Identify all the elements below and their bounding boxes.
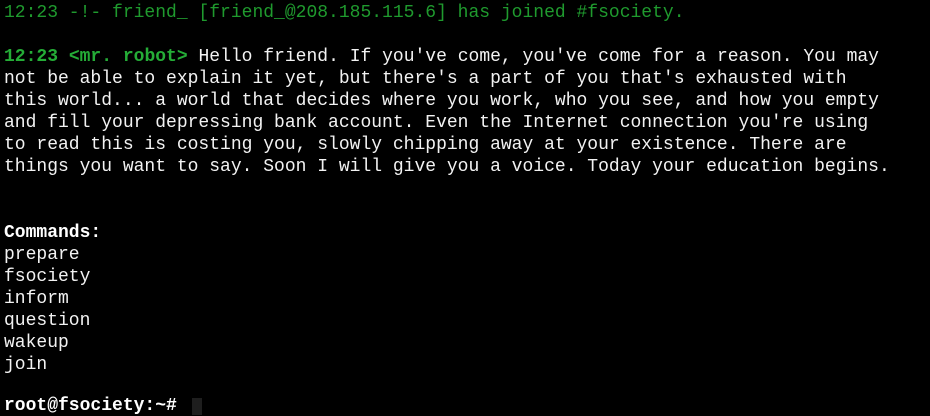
message-text: things you want to say. Soon I will give… <box>4 157 890 177</box>
cursor <box>192 398 202 415</box>
message-time: 12:23 <box>4 47 59 67</box>
chat-message-line: 12:23 <mr. robot> Hello friend. If you'v… <box>4 46 930 68</box>
message-text: and fill your depressing bank account. E… <box>4 113 869 133</box>
message-text: this world... a world that decides where… <box>4 91 879 111</box>
command-item: join <box>4 355 48 375</box>
terminal-output: 12:23 -!- friend_ [friend_@208.185.115.6… <box>0 0 930 415</box>
message-text: to read this is costing you, slowly chip… <box>4 135 847 155</box>
command-item: inform <box>4 289 69 309</box>
command-input[interactable]: root@fsociety:~# <box>4 396 930 416</box>
message-text: not be able to explain it yet, but there… <box>4 69 847 89</box>
command-item: prepare <box>4 245 80 265</box>
commands-header: Commands: <box>4 223 102 243</box>
command-item: wakeup <box>4 333 69 353</box>
command-item: fsociety <box>4 267 91 287</box>
message-nick: <mr. robot> <box>68 47 188 67</box>
command-item: question <box>4 311 91 331</box>
message-text: Hello friend. If you've come, you've com… <box>198 47 879 67</box>
join-notice: 12:23 -!- friend_ [friend_@208.185.115.6… <box>4 3 685 23</box>
shell-prompt: root@fsociety:~# <box>4 396 177 416</box>
